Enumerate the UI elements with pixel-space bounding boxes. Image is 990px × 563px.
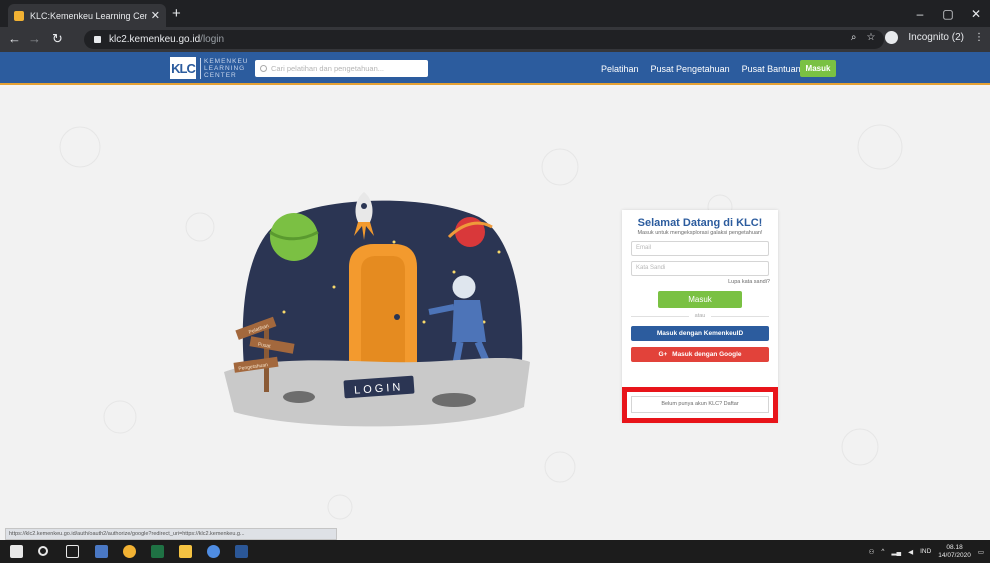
clock-date: 14/07/2020 [938,551,971,559]
star-icon[interactable]: ☆ [866,32,875,43]
register-link[interactable]: Belum punya akun KLC? Daftar [631,396,769,413]
search-input[interactable]: Cari pelatihan dan pengetahuan... [255,60,428,77]
header-login-button[interactable]: Masuk [800,60,836,77]
logo-mark: KLC [170,57,196,79]
notification-icon[interactable]: ▭ [978,548,984,556]
new-tab-button[interactable]: + [172,5,181,22]
people-icon[interactable]: ⚇ [869,548,875,556]
browser-tab-bar: KLC:Kemenkeu Learning Center ✕ + – ▢ ✕ [0,0,990,27]
address-bar-actions: ⌕ ☆ Incognito (2) ⋮ [851,31,984,44]
windows-taskbar: ⚇ ^ ▂▄ ◀ IND 08.18 14/07/2020 ▭ [0,540,990,563]
status-bar-link: https://klc2.kemenkeu.go.id/auth/oauth2/… [5,528,337,540]
card-title: Selamat Datang di KLC! [637,217,763,229]
clock[interactable]: 08.18 14/07/2020 [938,544,971,560]
app-icon[interactable] [95,545,108,558]
top-nav: Pelatihan Pusat Pengetahuan Pusat Bantua… [601,64,801,74]
login-submit-button[interactable]: Masuk [658,291,742,308]
email-field[interactable]: Email [631,241,769,256]
system-tray: ⚇ ^ ▂▄ ◀ IND 08.18 14/07/2020 ▭ [869,540,984,563]
kemenkeuid-login-button[interactable]: Masuk dengan KemenkeuID [631,326,769,341]
incognito-icon [885,31,899,44]
language-indicator[interactable]: IND [920,548,931,555]
red-planet-icon [455,217,485,247]
google-plus-icon: G+ [658,351,668,358]
site-favicon-icon [14,10,24,21]
file-explorer-icon[interactable] [179,545,192,558]
address-bar-row: ← → ↻ klc2.kemenkeu.go.id /login ⌕ ☆ Inc… [0,27,990,52]
card-subtitle: Masuk untuk mengeksplorasi galaksi penge… [637,230,763,236]
nav-pusat-pengetahuan[interactable]: Pusat Pengetahuan [651,64,730,74]
chrome-icon[interactable] [123,545,136,558]
incognito-label[interactable]: Incognito (2) [908,32,964,43]
or-divider: atau [631,313,769,319]
search-icon [260,65,267,72]
zoom-icon[interactable]: ⌕ [851,32,857,43]
door-knob [394,314,400,320]
minimize-button[interactable]: – [906,0,934,27]
forgot-password-link[interactable]: Lupa kata sandi? [630,279,770,285]
chrome-incognito-icon[interactable] [207,545,220,558]
restore-button[interactable]: ▢ [934,0,962,27]
reload-icon[interactable]: ↻ [52,31,63,47]
start-windows-icon[interactable] [10,545,23,558]
nav-pelatihan[interactable]: Pelatihan [601,64,639,74]
site-header: KLC KEMENKEU LEARNING CENTER Cari pelati… [0,52,990,85]
menu-dots-icon[interactable]: ⋮ [974,32,984,43]
task-view-icon[interactable] [66,545,79,558]
register-highlight-box: Belum punya akun KLC? Daftar [622,387,778,423]
password-field[interactable]: Kata Sandi [631,261,769,276]
tab-title: KLC:Kemenkeu Learning Center [30,10,147,21]
clock-time: 08.18 [946,543,963,551]
window-controls: – ▢ ✕ [906,0,990,27]
network-icon[interactable]: ▂▄ [891,548,901,556]
back-arrow-icon[interactable]: ← [8,31,21,46]
chevron-up-icon[interactable]: ^ [881,548,884,555]
browser-tab[interactable]: KLC:Kemenkeu Learning Center ✕ [8,4,166,27]
excel-icon[interactable] [151,545,164,558]
search-placeholder: Cari pelatihan dan pengetahuan... [271,64,385,73]
volume-icon[interactable]: ◀ [908,548,913,556]
klc-logo[interactable]: KLC KEMENKEU LEARNING CENTER [170,57,248,79]
omnibox[interactable]: klc2.kemenkeu.go.id /login [84,30,884,49]
main-background: Pelatihan Pusat Pengetahuan LOGIN [0,87,990,540]
space-door-illustration: Pelatihan Pusat Pengetahuan LOGIN [224,192,530,427]
forward-arrow-icon[interactable]: → [28,31,41,46]
search-icon[interactable] [38,546,48,556]
tab-close-icon[interactable]: ✕ [151,9,160,22]
google-login-label: Masuk dengan Google [672,351,742,358]
close-window-button[interactable]: ✕ [962,0,990,27]
google-login-button[interactable]: G+ Masuk dengan Google [631,347,769,362]
nav-pusat-bantuan[interactable]: Pusat Bantuan [742,64,801,74]
lock-icon [94,36,101,43]
logo-text: KEMENKEU LEARNING CENTER [200,57,248,79]
word-icon[interactable] [235,545,248,558]
url-host: klc2.kemenkeu.go.id [109,34,201,45]
url-path: /login [200,34,225,45]
